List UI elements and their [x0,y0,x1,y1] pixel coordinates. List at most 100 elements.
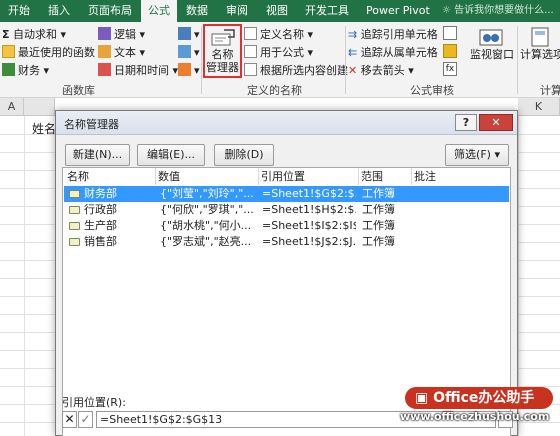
create-from-selection-icon [244,63,257,76]
star-icon [2,45,15,58]
chevron-down-icon: ▾ [194,46,200,59]
lookup-icon [178,27,191,40]
row-name: 销售部 [84,235,117,248]
use-in-formula-icon [244,45,257,58]
cancel-edit-icon[interactable]: ✕ [62,411,77,428]
binoculars-icon [479,29,503,46]
name-row-admin[interactable]: 行政部 {"何欣","罗琪","... =Sheet1!$H$2:$... 工作… [64,202,509,218]
tab-developer[interactable]: 开发工具 [305,0,349,22]
column-header-k[interactable]: K [518,98,560,116]
column-divider [358,168,359,185]
datetime-functions-button[interactable]: 日期和时间 ▾ [98,62,178,80]
show-formulas-icon[interactable] [443,26,457,40]
chevron-down-icon: ▾ [136,46,146,59]
row-scope: 工作簿 [362,203,395,216]
autosum-button[interactable]: Σ 自动求和 ▾ [2,26,66,44]
filter-button[interactable]: 筛选(F) ▾ [445,144,509,166]
tab-insert[interactable]: 插入 [48,0,70,22]
help-button[interactable]: ? [455,114,477,131]
confirm-edit-icon[interactable]: ✓ [78,411,93,428]
row-value: {"胡水桃","何小... [160,219,252,232]
more-functions-button[interactable]: ▾ [178,62,200,80]
row-refers-to: =Sheet1!$I$2:$I$... [262,219,356,232]
column-divider [258,168,259,185]
chevron-down-icon: ▾ [304,28,314,41]
dialog-title-bar[interactable]: 名称管理器 ? ✕ [56,111,517,135]
row-value: {"刘莹","刘玲","... [160,187,254,200]
use-in-formula-button[interactable]: 用于公式 ▾ [244,44,313,62]
trace-dependents-button[interactable]: ⇇ 追踪从属单元格 [348,44,438,62]
column-header-b[interactable] [24,98,55,116]
new-name-button[interactable]: 新建(N)... [65,144,130,166]
tab-view[interactable]: 视图 [266,0,288,22]
name-row-production[interactable]: 生产部 {"胡水桃","何小... =Sheet1!$I$2:$I$... 工作… [64,218,509,234]
logic-functions-button[interactable]: 逻辑 ▾ [98,26,145,44]
logic-icon [98,27,111,40]
group-label-formula-auditing: 公式审核 [410,84,454,97]
column-header-comment[interactable]: 批注 [414,168,436,185]
tab-formulas[interactable]: 公式 [141,0,177,22]
name-range-icon [69,190,80,198]
finance-icon [2,63,15,76]
row-name: 行政部 [84,203,117,216]
create-from-selection-button[interactable]: 根据所选内容创建 [244,62,348,80]
math-functions-button[interactable]: ▾ [178,44,200,62]
tab-power-pivot[interactable]: Power Pivot [366,0,430,22]
row-value: {"何欣","罗琪","... [160,203,254,216]
watermark-logo: ▣ Office办公助手 [405,387,553,409]
tab-review[interactable]: 审阅 [226,0,248,22]
name-row-finance[interactable]: 财务部 {"刘莹","刘玲","... =Sheet1!$G$2:$... 工作… [64,186,509,202]
calculation-options-button[interactable]: 计算选项 [520,26,560,82]
lightbulb-icon: ☼ [442,5,455,16]
lookup-functions-button[interactable]: ▾ [178,26,200,44]
chevron-down-icon: ▾ [194,64,200,77]
error-checking-icon[interactable] [443,44,457,58]
sigma-icon: Σ [2,28,10,41]
column-gridline [24,116,25,436]
column-divider [411,168,412,185]
chevron-down-icon: ▾ [136,28,146,41]
column-header-scope[interactable]: 范围 [361,168,383,185]
row-scope: 工作簿 [362,219,395,232]
column-header-a[interactable]: A [0,98,24,116]
delete-name-button[interactable]: 删除(D) [214,144,274,166]
row-refers-to: =Sheet1!$G$2:$... [262,187,356,200]
dialog-title: 名称管理器 [64,118,119,131]
trace-precedents-icon: ⇉ [348,28,358,41]
edit-name-button[interactable]: 编辑(E)... [137,144,205,166]
close-button[interactable]: ✕ [479,114,513,131]
row-name: 财务部 [84,187,117,200]
chevron-down-icon: ▾ [169,64,179,77]
group-separator [517,26,518,94]
row-name: 生产部 [84,219,117,232]
math-icon [178,45,191,58]
row-scope: 工作簿 [362,187,395,200]
watch-window-button[interactable]: 监视窗口 [470,26,514,82]
chevron-down-icon: ▾ [304,46,314,59]
row-refers-to: =Sheet1!$J$2:$J... [262,235,356,248]
define-name-button[interactable]: 定义名称 ▾ [244,26,313,44]
name-range-icon [69,206,80,214]
chevron-down-icon: ▾ [57,28,67,41]
column-header-name[interactable]: 名称 [67,168,89,185]
define-name-icon [244,27,257,40]
remove-arrows-button[interactable]: ✕ 移去箭头 ▾ [348,62,414,80]
tell-me-search[interactable]: ☼ 告诉我你想要做什么... [442,0,554,22]
chevron-down-icon: ▾ [40,64,50,77]
text-functions-button[interactable]: 文本 ▾ [98,44,145,62]
evaluate-formula-icon[interactable]: fx [443,62,457,76]
ribbon-panel: Σ 自动求和 ▾ 最近使用的函数 ▾ 财务 ▾ 逻辑 ▾ 文本 ▾ 日期和时间 … [0,22,560,98]
tab-data[interactable]: 数据 [186,0,208,22]
column-header-refers-to[interactable]: 引用位置 [261,168,305,185]
name-manager-icon [211,29,235,46]
name-manager-button[interactable]: 名称 管理器 [203,24,242,78]
column-header-value[interactable]: 数值 [158,168,180,185]
tab-home[interactable]: 开始 [8,0,30,22]
recent-functions-button[interactable]: 最近使用的函数 ▾ [2,44,104,62]
trace-precedents-button[interactable]: ⇉ 追踪引用单元格 [348,26,438,44]
tab-page-layout[interactable]: 页面布局 [88,0,132,22]
name-row-sales[interactable]: 销售部 {"罗志斌","赵亮... =Sheet1!$J$2:$J... 工作簿 [64,234,509,250]
calculator-icon [531,27,549,47]
finance-functions-button[interactable]: 财务 ▾ [2,62,49,80]
row-value: {"罗志斌","赵亮... [160,235,252,248]
